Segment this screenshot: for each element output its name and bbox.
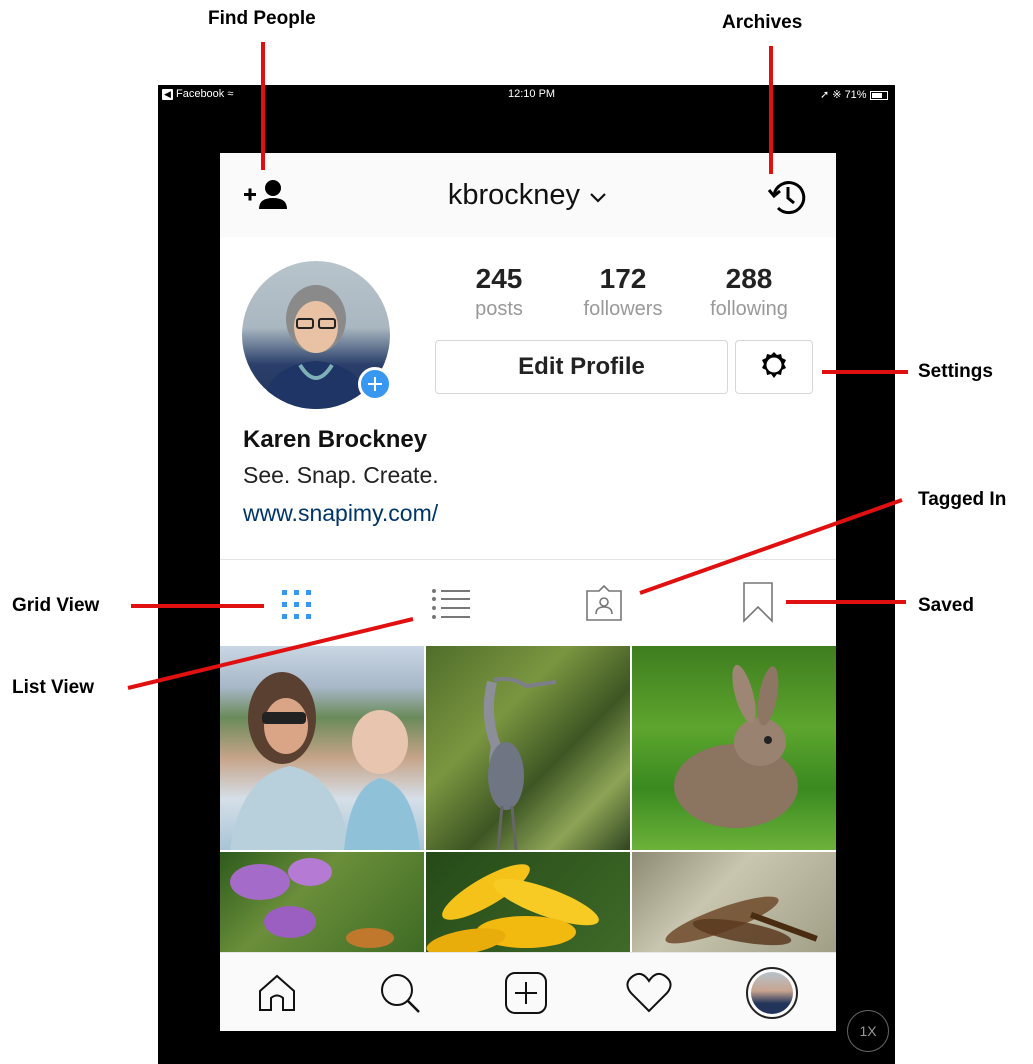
callout-diagonal-lines [127, 498, 903, 690]
